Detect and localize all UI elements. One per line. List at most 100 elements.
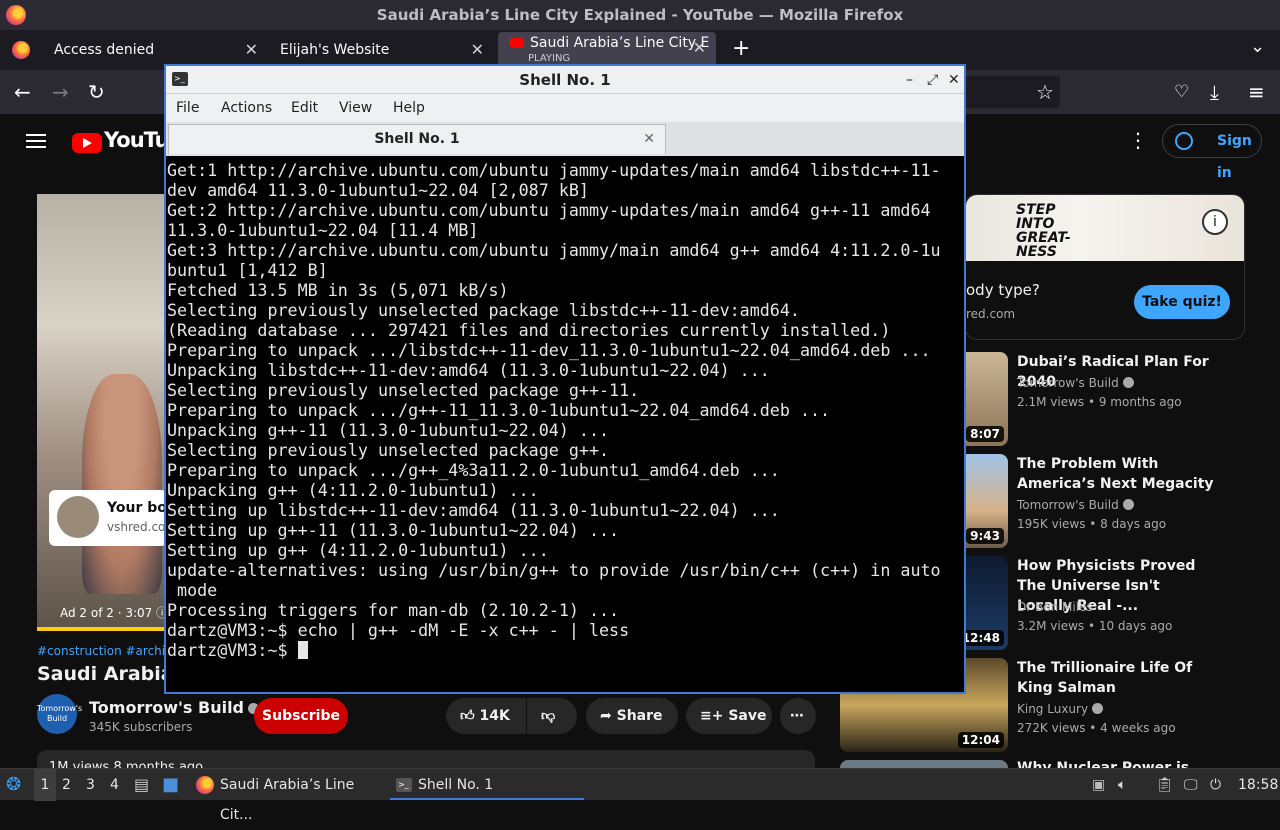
channel-name[interactable]: Tomorrow's Build bbox=[89, 698, 259, 717]
share-button[interactable]: ➦ Share bbox=[586, 698, 678, 734]
task-terminal[interactable]: >_ Shell No. 1 bbox=[390, 770, 584, 800]
back-arrow-icon[interactable]: ← bbox=[14, 80, 31, 104]
task-label: Saudi Arabia’s Line Cit... bbox=[220, 777, 355, 823]
channel-name[interactable]: Dr Ben Miles bbox=[1017, 600, 1093, 614]
workspace-2[interactable]: 2 bbox=[62, 769, 71, 801]
terminal-tab[interactable]: Shell No. 1 ✕ bbox=[168, 124, 666, 154]
forward-arrow-icon[interactable]: → bbox=[52, 80, 69, 104]
thumbs-up-icon: 👍︎ bbox=[460, 708, 475, 724]
video-duration: 8:07 bbox=[966, 426, 1004, 442]
take-quiz-button[interactable]: Take quiz! bbox=[1134, 285, 1230, 319]
menu-edit[interactable]: Edit bbox=[291, 94, 318, 122]
video-meta: 272K views • 4 weeks ago bbox=[1017, 721, 1176, 735]
workspace-1[interactable]: 1 bbox=[34, 769, 56, 801]
downloads-icon[interactable]: ⤓ bbox=[1210, 80, 1219, 104]
save-button[interactable]: ≡+ Save bbox=[686, 698, 772, 734]
terminal-line: Setting up libstdc++-11-dev:amd64 (11.3.… bbox=[167, 500, 780, 520]
channel-name[interactable]: Tomorrow's Build bbox=[1017, 498, 1134, 512]
tray-network-icon[interactable]: ▣ bbox=[1092, 769, 1105, 801]
recommendation-item[interactable]: Why Nuclear Power is Making a bbox=[840, 760, 1280, 768]
start-menu-icon[interactable]: ❂ bbox=[6, 769, 21, 801]
video-title[interactable]: Why Nuclear Power is Making a bbox=[1017, 760, 1217, 768]
video-thumbnail[interactable] bbox=[840, 760, 1008, 768]
video-duration: 12:04 bbox=[957, 732, 1004, 748]
terminal-line: dev amd64 11.3.0-1ubuntu1~22.04 [2,087 k… bbox=[167, 180, 589, 200]
like-count: 14K bbox=[479, 708, 510, 724]
menu-view[interactable]: View bbox=[339, 94, 372, 122]
close-icon[interactable]: ✕ bbox=[948, 66, 960, 94]
task-firefox[interactable]: Saudi Arabia’s Line Cit... bbox=[192, 770, 386, 823]
terminal-window[interactable]: >_ Shell No. 1 – ⤢ ✕ File Actions Edit V… bbox=[164, 64, 966, 694]
video-player[interactable] bbox=[37, 194, 167, 630]
task-label: Shell No. 1 bbox=[418, 777, 494, 793]
new-tab-button[interactable]: + bbox=[732, 36, 750, 61]
close-tab-icon[interactable]: ✕ bbox=[643, 125, 655, 153]
show-desktop-icon[interactable]: ■ bbox=[162, 769, 179, 801]
terminal-prompt: dartz@VM3:~$ bbox=[167, 640, 298, 660]
terminal-line: Setting up g++-11 (11.3.0-1ubuntu1~22.04… bbox=[167, 520, 620, 540]
display-icon[interactable]: 🖵︎ bbox=[1184, 769, 1198, 801]
video-duration: 9:43 bbox=[966, 528, 1004, 544]
window-title: Saudi Arabia’s Line City Explained - You… bbox=[376, 6, 904, 24]
terminal-line: Get:1 http://archive.ubuntu.com/ubuntu j… bbox=[167, 160, 941, 180]
ad-question: ody type? bbox=[966, 281, 1040, 299]
video-title[interactable]: The Problem With America’s Next Megacity bbox=[1017, 454, 1217, 494]
channel-name[interactable]: King Luxury bbox=[1017, 702, 1104, 716]
channel-name[interactable]: Tomorrow's Build bbox=[1017, 376, 1134, 390]
menu-help[interactable]: Help bbox=[393, 94, 425, 122]
share-arrow-icon: ➦ bbox=[600, 708, 612, 724]
save-label: Save bbox=[728, 708, 767, 724]
video-meta: 2.1M views • 9 months ago bbox=[1017, 395, 1182, 409]
terminal-line: buntu1 [1,412 B] bbox=[167, 260, 328, 280]
volume-icon[interactable]: 🔈︎ bbox=[1118, 769, 1126, 801]
terminal-line: Fetched 13.5 MB in 3s (5,071 kB/s) bbox=[167, 280, 509, 300]
sign-in-button[interactable]: Sign in bbox=[1162, 124, 1262, 181]
pocket-icon[interactable]: ♡ bbox=[1174, 82, 1189, 102]
more-actions-button[interactable]: ⋯ bbox=[780, 698, 816, 734]
terminal-titlebar[interactable]: >_ Shell No. 1 – ⤢ ✕ bbox=[166, 66, 964, 94]
video-hashtags[interactable]: #construction #architect bbox=[37, 644, 165, 658]
channel-avatar[interactable]: Tomorrow's Build bbox=[37, 694, 82, 734]
close-tab-icon[interactable]: ✕ bbox=[693, 32, 706, 64]
ad-domain: red.com bbox=[966, 307, 1016, 321]
clock[interactable]: 18:58 bbox=[1238, 769, 1278, 801]
ad-progress-bar[interactable] bbox=[37, 627, 167, 631]
power-icon[interactable]: ⏻ bbox=[1210, 769, 1221, 801]
tab-label: Elijah's Website bbox=[280, 42, 390, 58]
guide-menu-icon[interactable] bbox=[26, 134, 46, 148]
firefox-menu-icon[interactable] bbox=[12, 41, 30, 59]
ad-card-title: Your bod bbox=[107, 500, 167, 516]
taskbar: ❂ 1 2 3 4 ▤ ■ Saudi Arabia’s Line Cit...… bbox=[0, 768, 1280, 823]
workspace-3[interactable]: 3 bbox=[86, 769, 95, 801]
sidebar-ad[interactable]: STEP INTO GREAT-NESS i ody type? red.com… bbox=[965, 194, 1245, 340]
ad-info[interactable]: Ad 2 of 2 · 3:07 ⓘ bbox=[60, 604, 168, 621]
menu-hamburger-icon[interactable]: ≡ bbox=[1248, 80, 1265, 104]
menu-file[interactable]: File bbox=[176, 94, 199, 122]
dislike-button[interactable]: 👎︎ bbox=[527, 698, 577, 734]
terminal-line: Setting up g++ (4:11.2.0-1ubuntu1) ... bbox=[167, 540, 549, 560]
firefox-icon bbox=[196, 776, 214, 794]
reload-icon[interactable]: ↻ bbox=[88, 80, 105, 104]
like-button[interactable]: 👍︎ 14K bbox=[446, 698, 526, 734]
terminal-line: mode bbox=[167, 580, 218, 600]
bookmark-star-icon[interactable]: ☆ bbox=[1036, 80, 1054, 104]
youtube-logo-icon[interactable] bbox=[72, 133, 102, 153]
tab-list-chevron-down-icon[interactable]: ⌄ bbox=[1250, 36, 1265, 57]
tab-youtube-active[interactable]: Saudi Arabia’s Line City E PLAYING ✕ bbox=[498, 32, 716, 68]
terminal-line: Selecting previously unselected package … bbox=[167, 300, 800, 320]
menu-actions[interactable]: Actions bbox=[221, 94, 272, 122]
video-title[interactable]: The Trillionaire Life Of King Salman bbox=[1017, 658, 1217, 698]
terminal-prompt-line[interactable]: dartz@VM3:~$ bbox=[167, 640, 964, 660]
firefox-icon bbox=[6, 5, 26, 25]
file-manager-icon[interactable]: ▤ bbox=[134, 769, 149, 801]
subscribe-button[interactable]: Subscribe bbox=[254, 698, 348, 734]
more-options-icon[interactable]: ⋮ bbox=[1128, 128, 1148, 152]
ad-info-icon[interactable]: i bbox=[1202, 209, 1228, 235]
terminal-line: Preparing to unpack .../libstdc++-11-dev… bbox=[167, 340, 931, 360]
maximize-icon[interactable]: ⤢ bbox=[927, 66, 938, 94]
clipboard-icon[interactable]: 📋︎ bbox=[1156, 769, 1174, 801]
workspace-4[interactable]: 4 bbox=[110, 769, 119, 801]
minimize-icon[interactable]: – bbox=[906, 66, 913, 94]
terminal-output[interactable]: Get:1 http://archive.ubuntu.com/ubuntu j… bbox=[166, 158, 964, 692]
ad-overlay-card[interactable]: Your bod vshred.co bbox=[49, 490, 167, 546]
